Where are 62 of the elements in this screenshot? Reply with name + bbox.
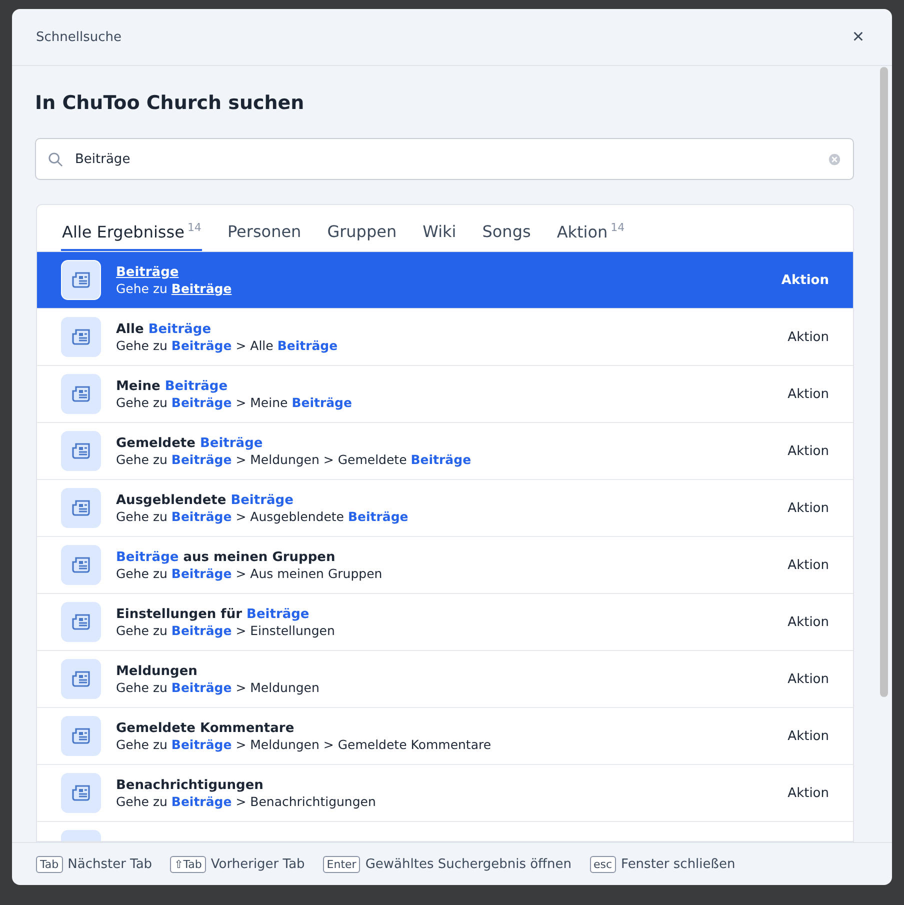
newspaper-icon (72, 671, 90, 687)
result-path: Gehe zu Beiträge > Ausgeblendete Beiträge (116, 508, 410, 524)
result-tab[interactable]: Aktion $^{14}$ (556, 220, 626, 251)
result-title: Beiträge (116, 264, 180, 280)
result-type: Aktion (788, 330, 829, 344)
newspaper-icon (72, 272, 90, 288)
result-type: Aktion (788, 386, 829, 402)
search-icon (48, 152, 63, 166)
result-path: Gehe zu Beiträge > Meldungen > Gemeldete Beiträge (116, 452, 472, 466)
close-button[interactable]: × (848, 27, 868, 47)
result-type: Aktion (788, 444, 829, 458)
shortcut-hint: Fenster schließen (621, 856, 736, 872)
key-label: esc (590, 856, 616, 872)
result-type: Aktion (788, 672, 829, 686)
result-path: Gehe zu Beiträge > Meldungen > Gemeldete Kommentare (116, 736, 492, 752)
result-path: Gehe zu Beiträge (116, 280, 233, 296)
newspaper-icon (72, 386, 90, 402)
result-title: Einstellungen für Beiträge (116, 606, 310, 622)
result-title: Gemeldete Kommentare (116, 720, 296, 736)
result-tab[interactable]: Songs (481, 222, 532, 251)
result-path: Gehe zu Beiträge > Meine Beiträge (116, 394, 353, 410)
result-type: Aktion (788, 786, 829, 800)
result-title: Alle Beiträge (116, 322, 212, 336)
newspaper-icon (72, 557, 90, 573)
search-input[interactable]: Beiträge (73, 150, 818, 168)
result-title: Benachrichtigungen (116, 778, 264, 792)
newspaper-icon (72, 728, 90, 744)
result-item[interactable]: Beiträge Gehe zu Beiträge Aktion (37, 251, 853, 308)
result-path: Gehe zu Beiträge > Einstellungen (116, 622, 336, 638)
result-title: Meldungen (116, 664, 198, 678)
result-title: Ausgeblendete Beiträge (116, 492, 294, 508)
scrollbar[interactable] (880, 67, 888, 697)
newspaper-icon (72, 500, 90, 516)
newspaper-icon (72, 443, 90, 459)
result-title: Beiträge aus meinen Gruppen (116, 550, 336, 564)
search-field[interactable]: Beiträge (35, 138, 854, 180)
newspaper-icon (72, 614, 90, 630)
key-label: Tab (36, 856, 63, 872)
newspaper-icon (72, 785, 90, 801)
newspaper-icon (72, 329, 90, 345)
result-title: Meine Beiträge (116, 378, 229, 394)
search-heading: In ChuToo Church suchen (35, 92, 306, 114)
result-path: Gehe zu Beiträge > Meldungen (116, 680, 320, 694)
result-type: Aktion (788, 614, 829, 630)
clear-icon[interactable] (828, 152, 841, 166)
result-type: Aktion (788, 728, 829, 744)
key-label: ⇧Tab (170, 856, 206, 872)
result-tab[interactable]: Wiki (422, 222, 458, 251)
key-label: Enter (322, 856, 360, 872)
shortcut-hint: Gewähltes Suchergebnis öffnen (365, 856, 572, 872)
shortcut-hint: Nächster Tab (68, 856, 152, 872)
result-tab[interactable]: Personen (226, 222, 302, 251)
result-path: Gehe zu Beiträge > Benachrichtigungen (116, 794, 377, 808)
shortcut-hint: Vorheriger Tab (210, 856, 305, 872)
result-path: Gehe zu Beiträge > Aus meinen Gruppen (116, 566, 384, 580)
result-path: Gehe zu Beiträge > Alle Beiträge (116, 338, 339, 352)
result-type: Aktion (781, 272, 829, 288)
result-type: Aktion (788, 500, 829, 516)
result-type: Aktion (788, 558, 829, 572)
result-title: Gemeldete Beiträge (116, 436, 264, 450)
result-tab[interactable]: Gruppen (326, 222, 398, 251)
dialog-title: Schnellsuche (36, 30, 122, 44)
